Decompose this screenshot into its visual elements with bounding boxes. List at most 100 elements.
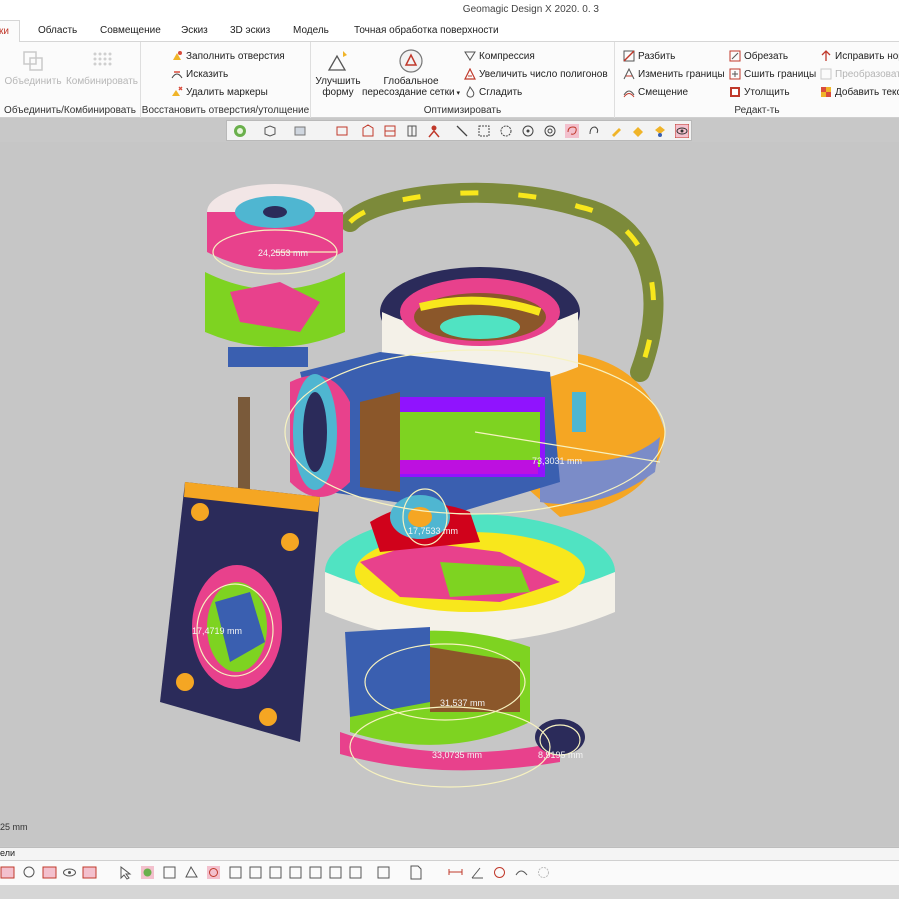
select-mode-icon[interactable] — [118, 865, 133, 880]
trim-button[interactable]: Обрезать — [729, 50, 788, 62]
filter-5-icon[interactable] — [308, 865, 323, 880]
points-icon[interactable] — [22, 865, 37, 880]
fill-holes-label: Заполнить отверстия — [186, 50, 285, 62]
window-title: Geomagic Design X 2020. 0. 3 — [462, 4, 599, 15]
improve-shape-button[interactable]: Улучшить форму — [313, 48, 363, 98]
measure-label-3: 17,7533 mm — [408, 526, 458, 536]
measure-radius-icon[interactable] — [492, 865, 507, 880]
region-filter-icon[interactable] — [206, 865, 221, 880]
ring-select-icon[interactable] — [543, 124, 557, 138]
fill-select-icon[interactable] — [631, 124, 645, 138]
merge-label: Объединить — [4, 76, 62, 87]
rect-select-icon[interactable] — [477, 124, 491, 138]
filter-2-icon[interactable] — [248, 865, 263, 880]
mesh-model[interactable]: 24,2553 mm 73,3031 mm 17,7533 mm 17,4719… — [0, 142, 899, 846]
split-button[interactable]: Разбить — [623, 50, 675, 62]
distort-button[interactable]: Исказить — [171, 68, 228, 80]
point-select-icon[interactable] — [521, 124, 535, 138]
visibility-icon[interactable] — [675, 124, 689, 138]
combine-icon — [93, 52, 112, 66]
lasso-select-icon[interactable] — [565, 124, 579, 138]
fix-normals-button[interactable]: Исправить нормали — [820, 50, 899, 62]
smooth-button[interactable]: Сгладить — [464, 86, 522, 98]
measure-deviation-icon[interactable] — [514, 865, 529, 880]
measure-distance-icon[interactable] — [448, 865, 463, 880]
select-through-icon[interactable] — [653, 124, 667, 138]
section-icon[interactable] — [335, 124, 349, 138]
freeform-select-icon[interactable] — [587, 124, 601, 138]
side-view-icon[interactable] — [405, 124, 419, 138]
display-mode-icon[interactable] — [0, 865, 15, 880]
top-view-icon[interactable] — [383, 124, 397, 138]
tab-sketch[interactable]: Эскиз — [181, 25, 208, 36]
combine-button[interactable]: Комбинировать — [64, 48, 140, 87]
fix-normals-label: Исправить нормали — [835, 50, 899, 62]
add-texture-button[interactable]: Добавить текстуру — [820, 86, 899, 98]
filter-3-icon[interactable] — [268, 865, 283, 880]
texture-display-icon[interactable] — [82, 865, 97, 880]
front-view-icon[interactable] — [361, 124, 375, 138]
fill-holes-button[interactable]: Заполнить отверстия — [171, 50, 285, 62]
box-view-icon[interactable] — [263, 124, 277, 138]
ribbon-tabs: ки Область Совмещение Эскиз 3D эскиз Мод… — [0, 20, 899, 43]
mesh-display-icon[interactable] — [42, 865, 57, 880]
bottom-toolbar — [0, 860, 899, 885]
shading-icon[interactable] — [293, 124, 307, 138]
stitch-boundaries-label: Сшить границы — [744, 68, 817, 80]
stitch-boundaries-button[interactable]: Сшить границы — [729, 68, 816, 80]
person-view-icon[interactable] — [427, 124, 441, 138]
line-select-icon[interactable] — [455, 124, 469, 138]
increase-polygons-button[interactable]: Увеличить число полигонов — [464, 68, 608, 80]
tab-surface-fitting[interactable]: Точная обработка поверхности — [354, 25, 499, 36]
measure-label-5: 31,537 mm — [440, 698, 485, 708]
filter-1-icon[interactable] — [228, 865, 243, 880]
filter-8-icon[interactable] — [376, 865, 391, 880]
global-remesh-line1: Глобальное — [383, 76, 439, 87]
filter-7-icon[interactable] — [348, 865, 363, 880]
eye-icon[interactable] — [62, 865, 77, 880]
offset-button[interactable]: Смещение — [623, 86, 688, 98]
scale-bar-label: 25 mm — [0, 822, 28, 832]
convert-button[interactable]: Преобразовать — [820, 68, 899, 80]
measure-angle-icon[interactable] — [470, 865, 485, 880]
global-remesh-line2: пересоздание сетки — [361, 87, 455, 98]
edit-boundaries-label: Изменить границы — [638, 68, 725, 80]
global-remesh-button[interactable]: Глобальное пересоздание сетки ▾ — [361, 48, 461, 99]
trim-label: Обрезать — [744, 50, 789, 62]
tab-model[interactable]: Модель — [293, 25, 329, 36]
tab-3d-sketch[interactable]: 3D эскиз — [230, 25, 270, 36]
increase-polygons-label: Увеличить число полигонов — [479, 68, 608, 80]
filter-4-icon[interactable] — [288, 865, 303, 880]
remove-markers-button[interactable]: Удалить маркеры — [171, 86, 268, 98]
region-select-icon[interactable] — [184, 865, 199, 880]
status-bar — [0, 885, 899, 899]
fill-holes-icon — [173, 51, 182, 60]
edit-boundaries-button[interactable]: Изменить границы — [623, 68, 725, 80]
circle-select-icon[interactable] — [499, 124, 513, 138]
tab-polygons[interactable]: ки — [0, 20, 20, 43]
model-tab-label[interactable]: ели — [0, 848, 15, 858]
sheet-icon[interactable] — [408, 865, 423, 880]
bottom-panel-tab: ели — [0, 847, 899, 860]
view-orient-icon[interactable] — [233, 124, 247, 138]
measure-label-7: 8,9195 mm — [538, 750, 583, 760]
tab-region[interactable]: Область — [38, 25, 77, 36]
merge-button[interactable]: Объединить — [2, 48, 64, 87]
measure-more-icon[interactable] — [536, 865, 551, 880]
trim-icon — [729, 50, 741, 62]
body-select-icon[interactable] — [162, 865, 177, 880]
thicken-button[interactable]: Утолщить — [729, 86, 790, 98]
improve-shape-line1: Улучшить — [315, 76, 361, 87]
face-select-icon[interactable] — [140, 865, 155, 880]
viewport[interactable]: 24,2553 mm 73,3031 mm 17,7533 mm 17,4719… — [0, 142, 899, 846]
smooth-icon — [466, 86, 475, 98]
split-icon — [623, 50, 635, 62]
group-edit: Разбить Изменить границы Смещение Обреза… — [615, 42, 899, 118]
paint-select-icon[interactable] — [609, 124, 623, 138]
offset-icon — [623, 90, 635, 98]
filter-6-icon[interactable] — [328, 865, 343, 880]
measure-label-6: 33,0735 mm — [432, 750, 482, 760]
compress-button[interactable]: Компрессия — [464, 50, 535, 62]
tab-alignment[interactable]: Совмещение — [100, 25, 161, 36]
add-texture-label: Добавить текстуру — [835, 86, 899, 98]
